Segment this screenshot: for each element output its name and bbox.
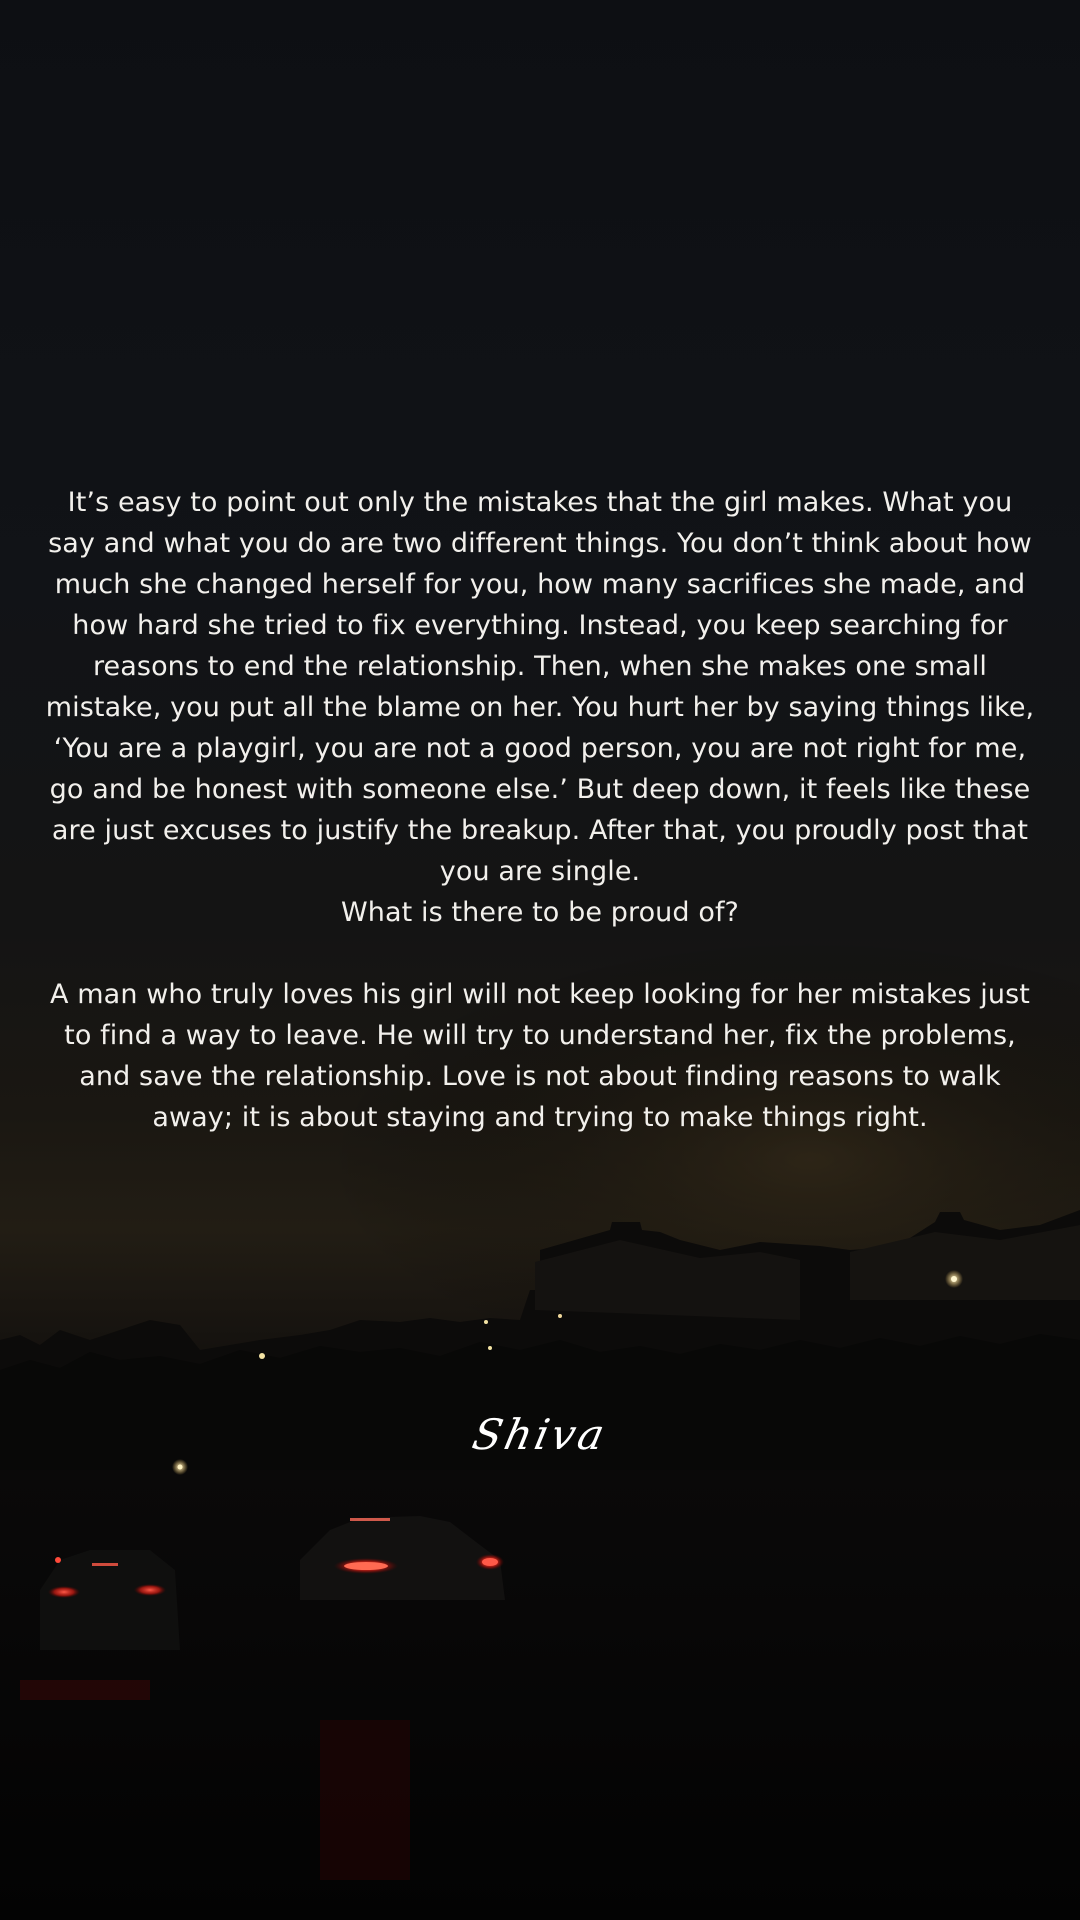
brake-light xyxy=(92,1563,118,1566)
road-reflection xyxy=(20,1680,150,1700)
street-light xyxy=(177,1464,183,1470)
quote-question: What is there to be proud of? xyxy=(341,897,739,928)
quote-text: It’s easy to point out only the mistakes… xyxy=(40,482,1040,1138)
background-photo: It’s easy to point out only the mistakes… xyxy=(0,0,1080,1920)
street-light xyxy=(558,1314,562,1318)
road xyxy=(0,1470,1080,1920)
street-light xyxy=(488,1346,492,1350)
street-light xyxy=(951,1276,957,1282)
tail-light xyxy=(48,1586,80,1598)
quote-paragraph-2: A man who truly loves his girl will not … xyxy=(50,979,1030,1133)
quote-paragraph-1: It’s easy to point out only the mistakes… xyxy=(45,487,1035,887)
tail-light xyxy=(482,1558,498,1566)
road-reflection xyxy=(320,1720,410,1880)
tail-light xyxy=(55,1557,61,1563)
tail-light xyxy=(134,1584,166,1596)
tail-light xyxy=(344,1562,388,1570)
brake-light xyxy=(350,1518,390,1521)
author-signature: Shiva xyxy=(468,1410,612,1459)
street-light xyxy=(259,1353,265,1359)
street-light xyxy=(484,1320,488,1324)
